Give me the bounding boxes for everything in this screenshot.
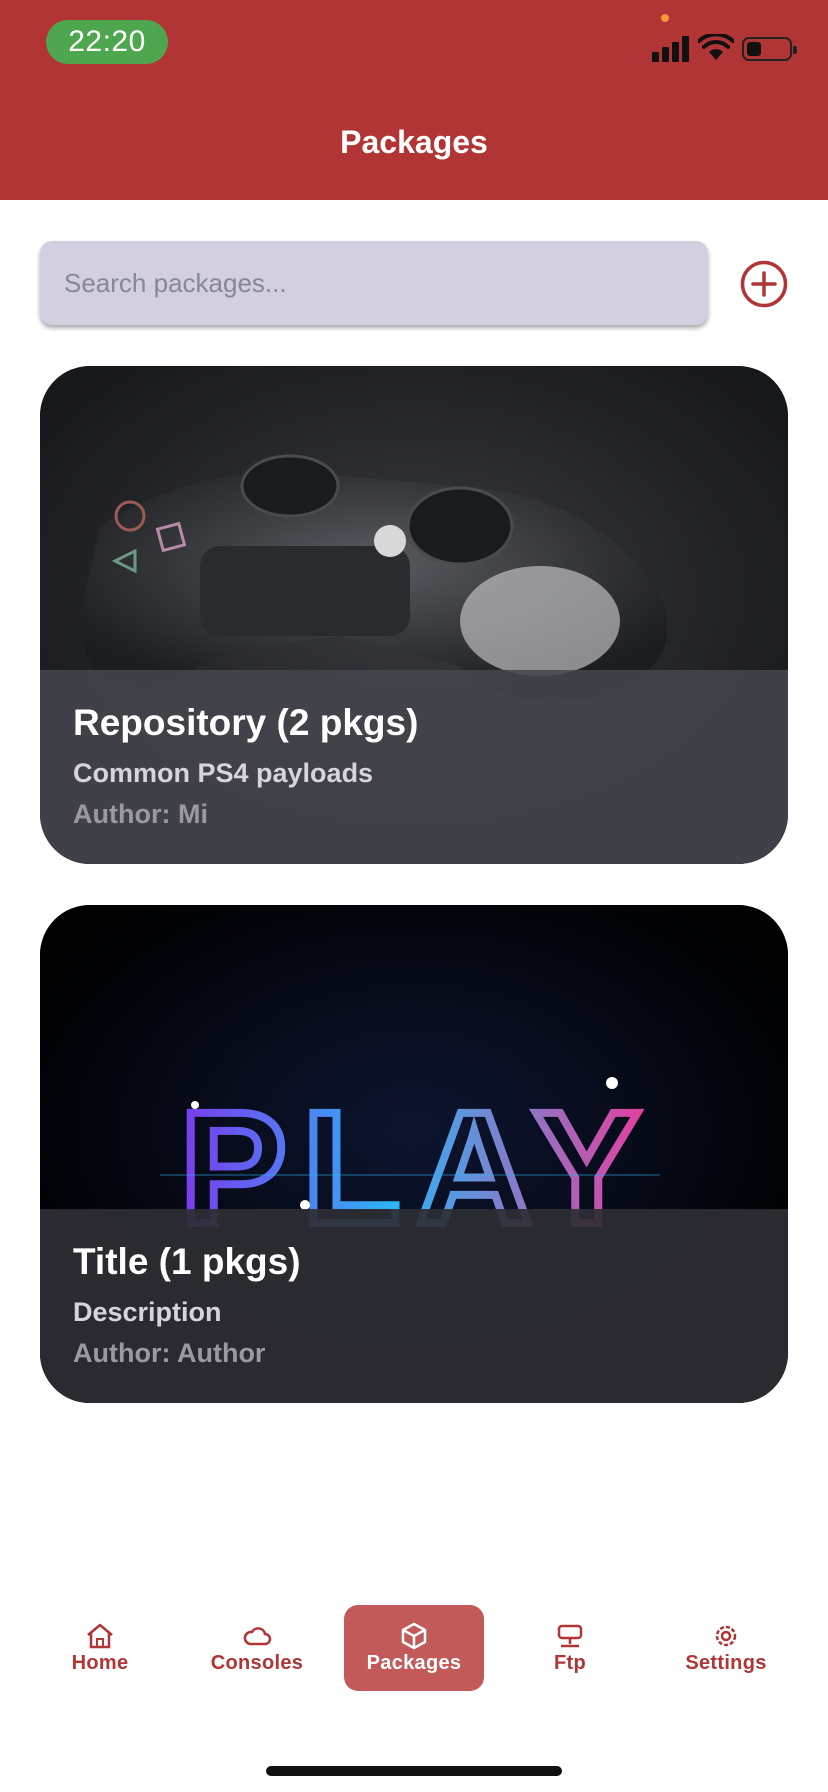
privacy-indicator-dot [661, 14, 669, 22]
package-author: Author: Mi [73, 799, 208, 829]
home-icon [87, 1623, 113, 1648]
package-author: Author: Author [73, 1338, 266, 1368]
status-time: 22:20 [46, 20, 168, 64]
package-icon [401, 1622, 427, 1649]
package-description: Common PS4 payloads [73, 758, 374, 788]
app-header: 22:20 Packages [0, 0, 828, 200]
package-title: Repository (2 pkgs) [73, 702, 419, 743]
nav-label-settings: Settings [685, 1651, 767, 1674]
signal-icon [652, 34, 692, 62]
nav-label-home: Home [71, 1651, 129, 1674]
home-indicator [266, 1766, 562, 1776]
battery-icon [742, 37, 797, 61]
package-description: Description [73, 1297, 222, 1327]
plus-circle-icon[interactable] [740, 260, 788, 308]
nav-item-ftp[interactable]: Ftp [540, 1605, 600, 1691]
server-icon [557, 1624, 583, 1647]
nav-item-settings[interactable]: Settings [676, 1605, 776, 1691]
nav-item-home[interactable]: Home [60, 1605, 140, 1691]
nav-item-consoles[interactable]: Consoles [200, 1605, 314, 1691]
page-title: Packages [340, 124, 488, 160]
package-card[interactable]: Repository (2 pkgs) Common PS4 payloads … [40, 366, 788, 864]
cloud-icon [243, 1626, 272, 1645]
package-title: Title (1 pkgs) [73, 1241, 301, 1282]
package-card[interactable]: PLAY Title (1 pkgs) Description Author: … [40, 905, 788, 1403]
search-field[interactable] [40, 241, 708, 325]
nav-label-ftp: Ftp [554, 1651, 586, 1674]
nav-label-consoles: Consoles [210, 1651, 304, 1674]
gear-icon [715, 1625, 737, 1646]
wifi-icon [698, 34, 734, 60]
nav-item-packages[interactable]: Packages [344, 1605, 484, 1691]
packages-screen: 22:20 Packages Search packages... Reposi… [0, 0, 828, 1792]
bottom-nav: Home Consoles Packages Ftp Settings [0, 1600, 828, 1700]
nav-label-packages: Packages [366, 1651, 462, 1674]
search-input[interactable] [64, 267, 708, 299]
